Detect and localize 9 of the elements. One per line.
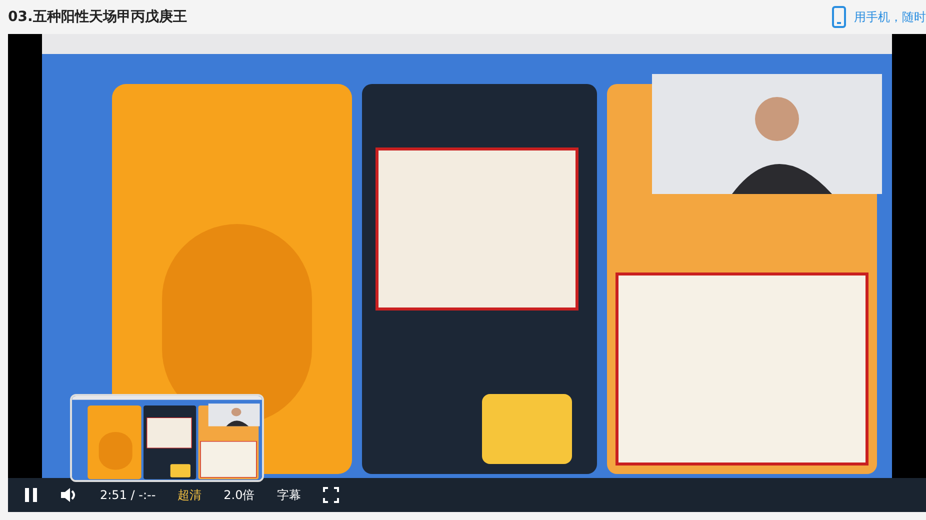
fullscreen-button[interactable] (322, 487, 339, 503)
pause-button[interactable] (24, 487, 38, 503)
volume-button[interactable] (60, 487, 78, 503)
quality-button[interactable]: 超清 (178, 486, 202, 504)
speed-button[interactable]: 2.0倍 (224, 486, 255, 504)
phone-icon (832, 6, 846, 28)
subtitles-button[interactable]: 字幕 (276, 486, 301, 504)
course-title: 03.五种阳性天场甲丙戊庚王 (8, 8, 187, 26)
playback-time: 2:51 / -:-- (100, 488, 156, 502)
